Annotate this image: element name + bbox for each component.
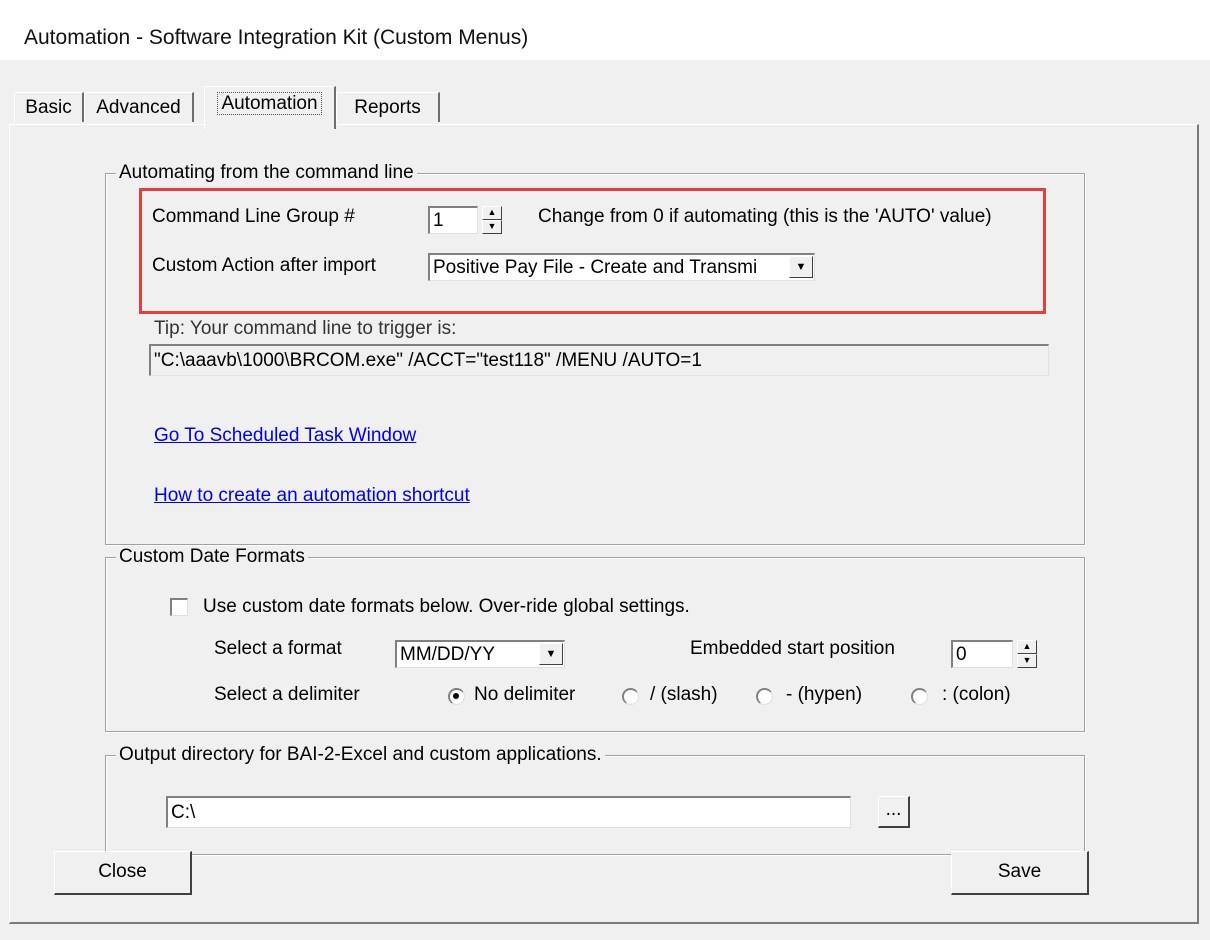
tip-label: Tip: Your command line to trigger is: [154, 318, 457, 339]
date-format-value: MM/DD/YY [400, 644, 495, 665]
scheduled-task-link[interactable]: Go To Scheduled Task Window [154, 425, 416, 447]
tab-page-automation: Automating from the command line Command… [9, 124, 1199, 924]
radio-slash[interactable] [622, 688, 639, 705]
command-text-value: "C:\aaavb\1000\BRCOM.exe" /ACCT="test118… [154, 350, 702, 371]
spin-up-icon[interactable]: ▲ [482, 206, 502, 220]
date-formats-group-title: Custom Date Formats [116, 546, 308, 568]
group-number-value: 1 [433, 210, 444, 231]
command-text-field[interactable]: "C:\aaavb\1000\BRCOM.exe" /ACCT="test118… [149, 344, 1049, 376]
window-title: Automation - Software Integration Kit (C… [24, 26, 529, 49]
spin-down-icon[interactable]: ▼ [1017, 654, 1037, 668]
date-formats-group: Custom Date Formats Use custom date form… [105, 546, 1085, 732]
automation-shortcut-link[interactable]: How to create an automation shortcut [154, 485, 470, 507]
tab-advanced[interactable]: Advanced [84, 92, 194, 122]
embedded-start-spinner[interactable]: ▲ ▼ [1017, 640, 1037, 668]
save-button-label: Save [997, 861, 1042, 882]
use-custom-format-label: Use custom date formats below. Over-ride… [203, 596, 690, 617]
radio-no-delimiter[interactable] [448, 688, 465, 705]
select-format-label: Select a format [214, 638, 342, 659]
close-button[interactable]: Close [54, 851, 192, 895]
command-line-group-title: Automating from the command line [116, 162, 417, 184]
embedded-start-input[interactable]: 0 [951, 640, 1013, 668]
chevron-down-icon[interactable]: ▼ [789, 256, 813, 278]
radio-colon[interactable] [911, 688, 928, 705]
select-delimiter-label: Select a delimiter [214, 684, 360, 705]
custom-action-combo[interactable]: Positive Pay File - Create and Transmi ▼ [428, 253, 815, 281]
output-directory-group: Output directory for BAI-2-Excel and cus… [105, 744, 1085, 855]
tab-basic[interactable]: Basic [14, 92, 84, 122]
command-line-group: Automating from the command line Command… [105, 162, 1085, 545]
close-button-label: Close [98, 861, 147, 882]
custom-action-label: Custom Action after import [152, 255, 376, 276]
title-bar: Automation - Software Integration Kit (C… [0, 0, 1210, 60]
tab-automation-label: Automation [217, 92, 322, 115]
save-button[interactable]: Save [951, 851, 1089, 895]
dialog-body: Basic Advanced Automation Reports Automa… [0, 60, 1210, 940]
tab-advanced-label: Advanced [96, 97, 181, 118]
output-directory-field[interactable]: C:\ [166, 796, 851, 828]
date-format-combo[interactable]: MM/DD/YY ▼ [395, 640, 565, 668]
tab-automation[interactable]: Automation [204, 86, 336, 129]
group-number-hint: Change from 0 if automating (this is the… [538, 206, 992, 227]
radio-hyphen[interactable] [756, 688, 773, 705]
embedded-start-value: 0 [956, 644, 967, 665]
spin-down-icon[interactable]: ▼ [482, 220, 502, 234]
spin-up-icon[interactable]: ▲ [1017, 640, 1037, 654]
browse-button-label: ... [885, 799, 902, 820]
chevron-down-icon[interactable]: ▼ [539, 643, 563, 665]
tab-reports-label: Reports [354, 97, 421, 118]
use-custom-format-checkbox[interactable] [170, 598, 188, 616]
custom-action-value: Positive Pay File - Create and Transmi [433, 257, 758, 278]
group-number-label: Command Line Group # [152, 206, 355, 227]
tab-reports[interactable]: Reports [336, 92, 440, 122]
slash-label: / (slash) [650, 684, 718, 705]
group-number-spinner[interactable]: ▲ ▼ [482, 206, 502, 234]
colon-label: : (colon) [942, 684, 1011, 705]
no-delimiter-label: No delimiter [474, 684, 576, 705]
tab-basic-label: Basic [25, 97, 72, 118]
browse-button[interactable]: ... [878, 796, 910, 828]
hyphen-label: - (hypen) [786, 684, 863, 705]
output-directory-value: C:\ [171, 802, 196, 823]
output-directory-group-title: Output directory for BAI-2-Excel and cus… [116, 744, 605, 766]
embedded-start-label: Embedded start position [690, 638, 895, 659]
group-number-input[interactable]: 1 [428, 206, 478, 234]
